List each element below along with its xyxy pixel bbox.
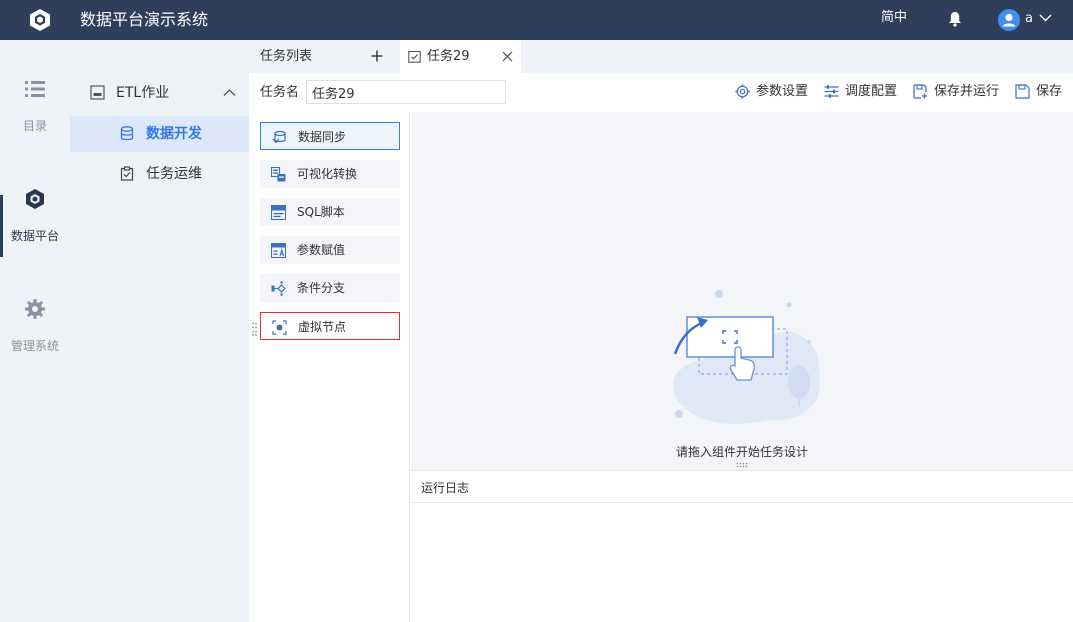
- tab-task-list[interactable]: 任务列表: [249, 40, 399, 73]
- component-panel: 数据同步 可视化转换 SQL脚本 参数赋值 条件分支 虚拟节点: [249, 112, 410, 622]
- divider: [411, 502, 1073, 503]
- virtual-node-icon: [272, 320, 287, 335]
- gear-icon: [25, 299, 45, 319]
- nav-item-catalog[interactable]: 目录: [0, 78, 70, 148]
- avatar[interactable]: [998, 9, 1020, 31]
- save-button[interactable]: 保存: [1015, 82, 1063, 102]
- component-label: 数据同步: [298, 130, 347, 144]
- save-run-icon: [913, 84, 927, 99]
- nav-item-data-platform[interactable]: 数据平台: [0, 188, 70, 258]
- chevron-down-icon[interactable]: [1039, 13, 1052, 23]
- component-param-assign[interactable]: 参数赋值: [260, 236, 400, 264]
- nav-item-management[interactable]: 管理系统: [0, 298, 70, 368]
- nav-item-label: 目录: [22, 119, 47, 133]
- database-icon: [120, 126, 134, 141]
- button-label: 调度配置: [845, 84, 898, 99]
- menu-item-label: 数据开发: [146, 126, 202, 142]
- data-sync-icon: [272, 130, 286, 144]
- menu-item-label: 任务运维: [146, 166, 202, 182]
- chevron-up-icon[interactable]: [223, 88, 236, 97]
- primary-nav: 目录 数据平台 管理系统: [0, 40, 70, 622]
- user-name[interactable]: a: [1025, 10, 1033, 28]
- visual-transform-icon: [271, 167, 286, 182]
- component-virtual-node[interactable]: 虚拟节点: [260, 312, 400, 340]
- menu-item-data-dev[interactable]: 数据开发: [70, 116, 249, 152]
- component-label: 可视化转换: [297, 167, 358, 181]
- bell-icon[interactable]: [948, 11, 962, 27]
- etl-icon: [90, 85, 105, 100]
- menu-item-task-ops[interactable]: 任务运维: [70, 156, 249, 192]
- component-sql-script[interactable]: SQL脚本: [260, 198, 400, 226]
- gear-outline-icon: [735, 84, 750, 99]
- language-switch[interactable]: 简中: [881, 9, 907, 27]
- tab-task-29[interactable]: 任务29: [400, 40, 521, 73]
- tab-label: 任务列表: [260, 49, 313, 64]
- cube-icon: [26, 189, 44, 209]
- plus-icon[interactable]: [371, 50, 383, 62]
- panel-resize-handle[interactable]: [252, 322, 257, 336]
- task-name-label: 任务名: [260, 85, 300, 100]
- component-label: 虚拟节点: [298, 320, 347, 334]
- save-and-run-button[interactable]: 保存并运行: [913, 82, 1000, 102]
- sql-icon: [271, 205, 286, 220]
- component-label: 参数赋值: [297, 243, 346, 257]
- design-canvas[interactable]: 请拖入组件开始任务设计: [411, 112, 1073, 470]
- task-name-input[interactable]: [306, 80, 506, 104]
- branch-icon: [271, 281, 286, 296]
- close-icon[interactable]: [502, 51, 513, 62]
- logo-icon: [30, 9, 50, 31]
- nav-item-label: 管理系统: [10, 339, 59, 353]
- app-title: 数据平台演示系统: [80, 10, 209, 29]
- button-label: 保存并运行: [934, 84, 1000, 99]
- component-label: 条件分支: [297, 281, 346, 295]
- tab-label: 任务29: [427, 49, 470, 64]
- user-icon: [1002, 13, 1016, 27]
- button-label: 保存: [1036, 84, 1063, 99]
- param-assign-icon: [271, 243, 286, 258]
- tab-bar: 任务列表 任务29: [249, 40, 1073, 73]
- schedule-config-button[interactable]: 调度配置: [824, 82, 898, 102]
- run-log-panel: 运行日志: [411, 470, 1073, 622]
- clipboard-icon: [120, 166, 134, 181]
- button-label: 参数设置: [756, 84, 809, 99]
- secondary-menu: ETL作业 数据开发 任务运维: [70, 40, 249, 622]
- component-condition-branch[interactable]: 条件分支: [260, 274, 400, 302]
- menu-group-label: ETL作业: [116, 85, 170, 101]
- component-visual-transform[interactable]: 可视化转换: [260, 160, 400, 188]
- canvas-hint-text: 请拖入组件开始任务设计: [675, 445, 808, 459]
- top-header: 数据平台演示系统 简中 a: [0, 0, 1073, 40]
- log-title: 运行日志: [421, 481, 470, 495]
- menu-group-etl[interactable]: ETL作业: [70, 75, 249, 111]
- save-icon: [1015, 84, 1030, 99]
- task-check-icon: [408, 50, 421, 63]
- sliders-icon: [824, 85, 839, 98]
- nav-item-label: 数据平台: [10, 229, 59, 243]
- param-settings-button[interactable]: 参数设置: [735, 82, 809, 102]
- log-resize-handle[interactable]: [736, 462, 750, 468]
- task-toolbar: 任务名 参数设置 调度配置: [249, 73, 1073, 112]
- drag-drop-illustration: [673, 290, 820, 425]
- list-icon: [25, 81, 45, 97]
- component-label: SQL脚本: [297, 205, 345, 219]
- component-data-sync[interactable]: 数据同步: [260, 122, 400, 150]
